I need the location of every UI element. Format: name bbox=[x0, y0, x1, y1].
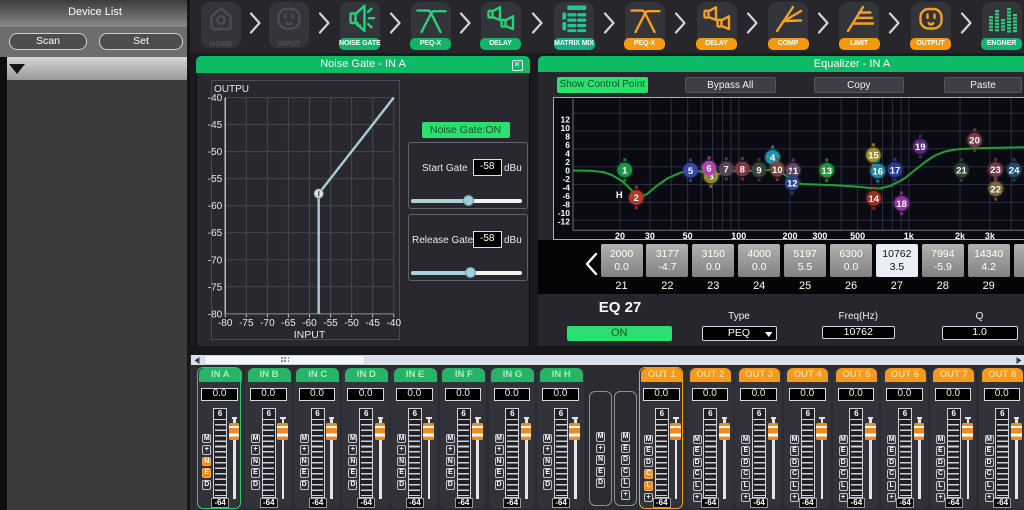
svg-text:20: 20 bbox=[615, 231, 625, 241]
svg-text:21: 21 bbox=[956, 165, 967, 176]
svg-text:5: 5 bbox=[688, 165, 694, 176]
svg-text:6: 6 bbox=[706, 163, 711, 174]
svg-text:8: 8 bbox=[740, 164, 745, 175]
svg-text:18: 18 bbox=[896, 198, 907, 209]
svg-text:-45: -45 bbox=[365, 318, 380, 329]
svg-text:-80: -80 bbox=[218, 318, 233, 329]
svg-text:12: 12 bbox=[787, 178, 798, 189]
svg-text:200: 200 bbox=[782, 231, 797, 241]
svg-text:20: 20 bbox=[969, 135, 980, 146]
svg-text:9: 9 bbox=[756, 165, 761, 176]
svg-text:100: 100 bbox=[731, 231, 746, 241]
svg-text:3k: 3k bbox=[985, 231, 996, 241]
svg-text:22: 22 bbox=[990, 184, 1001, 195]
svg-text:2k: 2k bbox=[955, 231, 966, 241]
svg-text:-50: -50 bbox=[344, 318, 359, 329]
svg-text:-60: -60 bbox=[208, 201, 223, 212]
svg-text:-70: -70 bbox=[260, 318, 275, 329]
svg-text:-50: -50 bbox=[208, 147, 223, 158]
svg-text:50: 50 bbox=[683, 231, 693, 241]
svg-text:300: 300 bbox=[812, 231, 827, 241]
svg-text:17: 17 bbox=[890, 165, 901, 176]
svg-text:-55: -55 bbox=[208, 174, 223, 185]
svg-text:-60: -60 bbox=[302, 318, 317, 329]
svg-text:INPUT: INPUT bbox=[294, 329, 326, 341]
svg-text:23: 23 bbox=[990, 165, 1001, 176]
svg-text:-70: -70 bbox=[208, 255, 223, 266]
svg-text:-55: -55 bbox=[323, 318, 338, 329]
svg-text:16: 16 bbox=[873, 166, 884, 177]
svg-text:-75: -75 bbox=[208, 282, 223, 293]
svg-text:2: 2 bbox=[634, 193, 639, 204]
svg-text:500: 500 bbox=[850, 231, 865, 241]
svg-text:24: 24 bbox=[1009, 165, 1020, 176]
svg-text:30: 30 bbox=[645, 231, 655, 241]
svg-text:-65: -65 bbox=[208, 228, 223, 239]
svg-text:1: 1 bbox=[622, 165, 628, 176]
svg-text:H: H bbox=[616, 189, 623, 200]
svg-text:13: 13 bbox=[821, 165, 832, 176]
svg-text:-65: -65 bbox=[281, 318, 296, 329]
svg-text:-40: -40 bbox=[387, 318, 402, 329]
svg-text:19: 19 bbox=[915, 142, 926, 153]
svg-text:-45: -45 bbox=[208, 120, 223, 131]
svg-text:-40: -40 bbox=[208, 93, 223, 104]
svg-text:10: 10 bbox=[772, 164, 783, 175]
svg-text:-75: -75 bbox=[239, 318, 254, 329]
svg-text:7: 7 bbox=[724, 164, 729, 175]
svg-text:14: 14 bbox=[869, 193, 880, 204]
svg-text:1k: 1k bbox=[904, 231, 915, 241]
svg-text:-12: -12 bbox=[558, 216, 571, 226]
